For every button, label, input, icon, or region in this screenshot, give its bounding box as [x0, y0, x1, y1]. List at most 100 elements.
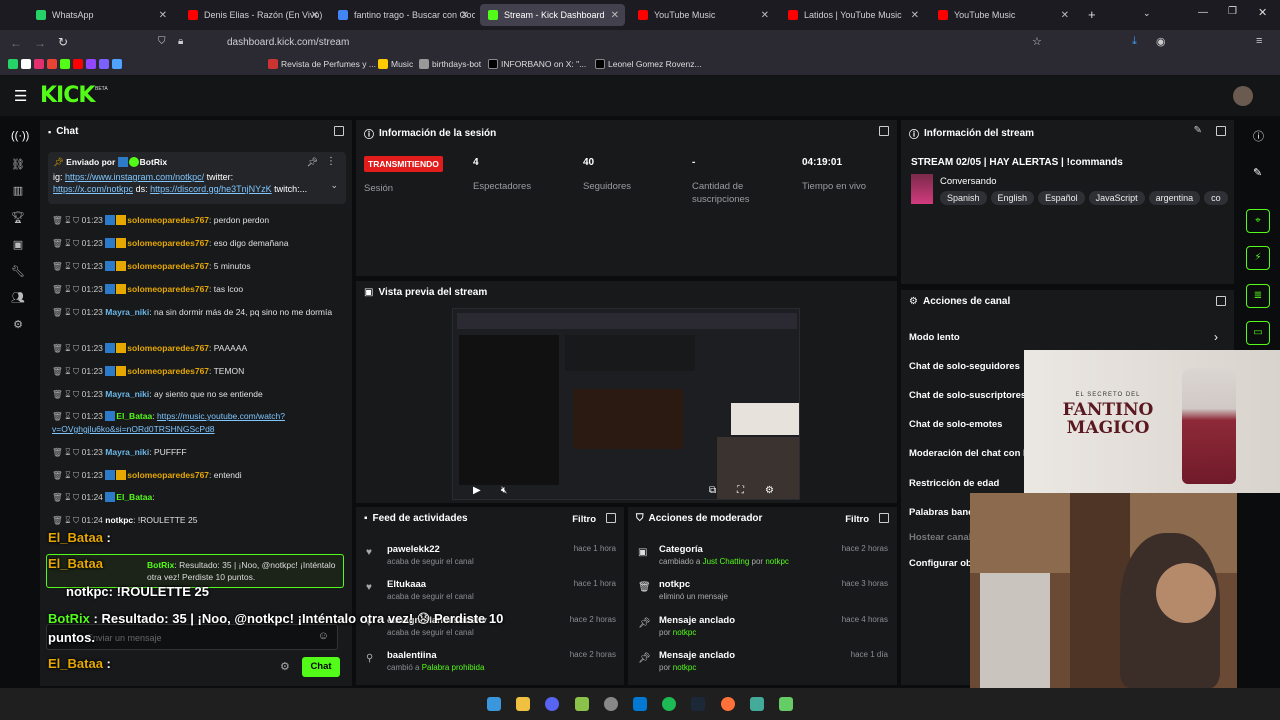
tag-chip[interactable]: argentina	[1148, 191, 1201, 205]
browser-tab[interactable]: fantino trago - Buscar con Goo ✕	[330, 4, 475, 26]
analytics-icon[interactable]: ▥	[11, 184, 25, 198]
kick-logo[interactable]: KICK	[40, 83, 95, 108]
settings-icon[interactable]: ⚙	[765, 485, 774, 496]
close-tab-icon[interactable]: ✕	[311, 10, 319, 21]
browser-tab[interactable]: WhatsApp ✕	[28, 4, 173, 26]
channel-action-item[interactable]: Restricción de edad	[909, 478, 999, 489]
chat-button[interactable]: ▭	[1246, 321, 1270, 345]
close-tab-icon[interactable]: ✕	[159, 10, 167, 21]
chat-username[interactable]: El_Bataa	[116, 492, 152, 502]
tag-chip[interactable]: co	[1204, 191, 1228, 205]
steam-icon[interactable]	[691, 697, 705, 711]
spotify-icon[interactable]	[662, 697, 676, 711]
popout-icon[interactable]	[1216, 296, 1226, 306]
vscode-icon[interactable]	[633, 697, 647, 711]
close-window-button[interactable]: ✕	[1258, 6, 1267, 19]
mod-tools-icon[interactable]: 🗑︎ ⌛︎ ⛉	[52, 307, 79, 317]
chat-username[interactable]: solomeoparedes767	[127, 366, 209, 376]
popout-icon[interactable]	[1216, 126, 1226, 136]
close-tab-icon[interactable]: ✕	[911, 10, 919, 21]
browser-tab[interactable]: YouTube Music ✕	[630, 4, 775, 26]
mod-tools-icon[interactable]: 🗑︎ ⌛︎ ⛉	[52, 366, 79, 376]
popout-icon[interactable]	[334, 126, 344, 136]
mod-tools-icon[interactable]: 🗑︎ ⌛︎ ⛉	[52, 492, 79, 502]
send-chat-button[interactable]: Chat	[302, 657, 340, 677]
mod-icon[interactable]: ⚙	[11, 318, 25, 332]
chat-username[interactable]: solomeoparedes767	[127, 284, 209, 294]
mod-tools-icon[interactable]: 🗑︎ ⌛︎ ⛉	[52, 284, 79, 294]
back-icon[interactable]: ←	[10, 36, 22, 50]
close-tab-icon[interactable]: ✕	[461, 10, 469, 21]
settings-icon[interactable]: ⚙	[280, 660, 290, 673]
bookmark-item[interactable]: Revista de Perfumes y ...	[268, 59, 376, 69]
maximize-button[interactable]: ❐	[1228, 6, 1237, 17]
app-icon[interactable]	[604, 697, 618, 711]
chat-username[interactable]: notkpc	[105, 515, 133, 525]
channel-action-item[interactable]: Chat de solo-seguidores	[909, 361, 1020, 372]
forward-icon[interactable]: →	[34, 36, 46, 50]
windows-start-icon[interactable]	[487, 697, 501, 711]
tag-chip[interactable]: Spanish	[940, 191, 987, 205]
url-field[interactable]: dashboard.kick.com/stream	[227, 37, 349, 48]
chat-username[interactable]: solomeoparedes767	[127, 261, 209, 271]
notepad-icon[interactable]	[750, 697, 764, 711]
notes-button[interactable]: ≣	[1246, 284, 1270, 308]
chevron-down-icon[interactable]: ⌄	[330, 180, 338, 191]
bookmark-icon-row[interactable]	[8, 59, 122, 69]
bookmark-item[interactable]: Music	[378, 59, 413, 69]
chat-username[interactable]: Mayra_niki	[105, 447, 149, 457]
channel-action-item[interactable]: Hostear canal	[909, 532, 971, 543]
browser-tab[interactable]: YouTube Music ✕	[930, 4, 1075, 26]
bookmark-item[interactable]: birthdays-bot	[419, 59, 481, 69]
bookmark-item[interactable]: INFORBANO on X: "...	[488, 59, 586, 69]
channel-action-item[interactable]: Modo lento	[909, 332, 960, 343]
reload-icon[interactable]: ↻	[58, 35, 68, 49]
minimize-button[interactable]: —	[1198, 7, 1208, 18]
bolt-button[interactable]: ⚡︎	[1246, 246, 1270, 270]
download-icon[interactable]: ⤓	[1132, 35, 1137, 48]
trophy-icon[interactable]: 🏆︎	[11, 211, 25, 225]
channel-action-item[interactable]: Chat de solo-suscriptores	[909, 390, 1026, 401]
edit-icon[interactable]: ✎	[1253, 166, 1262, 179]
new-tab-button[interactable]: +	[1088, 7, 1096, 22]
pin-icon[interactable]: 📌︎	[307, 157, 318, 168]
more-icon[interactable]: ⋮	[326, 156, 336, 167]
channel-action-item[interactable]: Chat de solo-emotes	[909, 419, 1002, 430]
mod-tools-icon[interactable]: 🗑︎ ⌛︎ ⛉	[52, 389, 79, 399]
mod-tools-icon[interactable]: 🗑︎ ⌛︎ ⛉	[52, 470, 79, 480]
channel-action-item[interactable]: Moderación del chat con l	[909, 448, 1026, 459]
users-icon[interactable]: 👥︎	[11, 291, 25, 305]
edit-icon[interactable]: ✎	[1194, 125, 1202, 136]
close-tab-icon[interactable]: ✕	[611, 10, 619, 21]
filter-button[interactable]: Filtro	[845, 514, 869, 525]
filter-button[interactable]: Filtro	[572, 514, 596, 525]
mod-tools-icon[interactable]: 🗑︎ ⌛︎ ⛉	[52, 515, 79, 525]
mod-tools-icon[interactable]: 🗑︎ ⌛︎ ⛉	[52, 261, 79, 271]
popout-icon[interactable]	[879, 513, 889, 523]
close-tab-icon[interactable]: ✕	[761, 10, 769, 21]
chevron-down-icon[interactable]: ⌄	[1143, 8, 1151, 19]
popout-icon[interactable]	[606, 513, 616, 523]
mute-icon[interactable]: 🔇︎	[501, 485, 507, 496]
popout-icon[interactable]	[879, 126, 889, 136]
chat-username[interactable]: solomeoparedes767	[127, 343, 209, 353]
file-explorer-icon[interactable]	[516, 697, 530, 711]
account-icon[interactable]: ◉	[1156, 35, 1166, 48]
channel-action-item[interactable]: Palabras bane	[909, 507, 973, 518]
firefox-icon[interactable]	[721, 697, 735, 711]
chat-username[interactable]: Mayra_niki	[105, 389, 149, 399]
app-icon[interactable]	[575, 697, 589, 711]
bookmark-item[interactable]: Leonel Gomez Rovenz...	[595, 59, 702, 69]
browser-tab[interactable]: Latidos | YouTube Music ✕	[780, 4, 925, 26]
hamburger-icon[interactable]: ☰	[14, 87, 27, 105]
tag-chip[interactable]: JavaScript	[1088, 191, 1145, 205]
channel-action-item[interactable]: Configurar obj	[909, 558, 974, 569]
chat-username[interactable]: Mayra_niki	[105, 307, 149, 317]
chat-username[interactable]: El_Bataa	[116, 411, 152, 421]
browser-tab[interactable]: Stream - Kick Dashboard ✕	[480, 4, 625, 26]
menu-icon[interactable]: ≡	[1256, 35, 1262, 47]
chevron-right-icon[interactable]: ›	[1214, 330, 1218, 344]
video-icon[interactable]: ▣	[11, 238, 25, 252]
stream-preview-video[interactable]: ▶ 🔇︎ ⧉ ⛶ ⚙	[452, 308, 800, 500]
close-tab-icon[interactable]: ✕	[1061, 10, 1069, 21]
